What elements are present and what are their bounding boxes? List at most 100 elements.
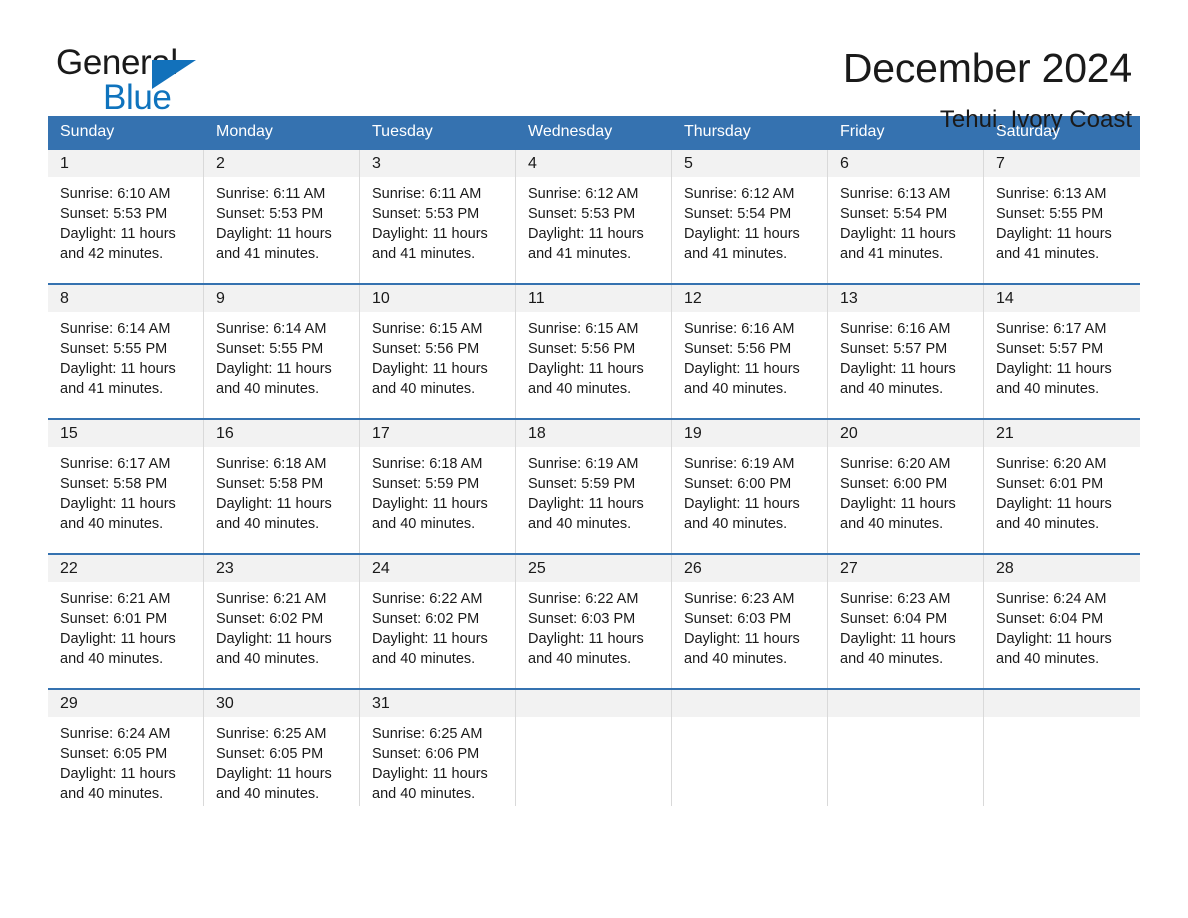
- daylight-text: Daylight: 11 hours and 41 minutes.: [60, 361, 176, 397]
- calendar-day-cell[interactable]: 15 Sunrise: 6:17 AM Sunset: 5:58 PM Dayligh…: [48, 420, 204, 553]
- sunrise-text: Sunrise: 6:13 AM: [840, 186, 951, 202]
- day-details: Sunrise: 6:11 AM Sunset: 5:53 PM Daylight:…: [204, 177, 359, 264]
- calendar-day-cell[interactable]: 16 Sunrise: 6:18 AM Sunset: 5:58 PM Dayligh…: [204, 420, 360, 553]
- day-number: 2: [204, 150, 359, 177]
- sunrise-text: Sunrise: 6:19 AM: [684, 456, 795, 472]
- weekday-sunday: Sunday: [60, 123, 115, 140]
- daylight-text: Daylight: 11 hours and 40 minutes.: [372, 631, 488, 667]
- calendar-day-cell[interactable]: 25 Sunrise: 6:22 AM Sunset: 6:03 PM Dayligh…: [516, 555, 672, 688]
- calendar-day-cell[interactable]: 19 Sunrise: 6:19 AM Sunset: 6:00 PM Dayligh…: [672, 420, 828, 553]
- calendar-day-cell[interactable]: 29 Sunrise: 6:24 AM Sunset: 6:05 PM Dayligh…: [48, 690, 204, 806]
- day-number: 1: [48, 150, 203, 177]
- sunset-text: Sunset: 6:05 PM: [216, 746, 324, 762]
- calendar-empty-cell: [828, 690, 984, 806]
- calendar-day-cell[interactable]: 1 Sunrise: 6:10 AM Sunset: 5:53 PM Daylight…: [48, 150, 204, 283]
- calendar-page: General Blue December 2024 Tehui, Ivory …: [0, 0, 1188, 918]
- sunrise-text: Sunrise: 6:14 AM: [60, 321, 171, 337]
- calendar-day-cell[interactable]: 12 Sunrise: 6:16 AM Sunset: 5:56 PM Dayligh…: [672, 285, 828, 418]
- calendar-day-cell[interactable]: 22 Sunrise: 6:21 AM Sunset: 6:01 PM Dayligh…: [48, 555, 204, 688]
- sunrise-text: Sunrise: 6:20 AM: [996, 456, 1107, 472]
- calendar-day-cell[interactable]: 26 Sunrise: 6:23 AM Sunset: 6:03 PM Dayligh…: [672, 555, 828, 688]
- calendar-empty-cell: [672, 690, 828, 806]
- sunset-text: Sunset: 5:53 PM: [372, 206, 480, 222]
- day-number: [672, 690, 827, 717]
- day-details: Sunrise: 6:25 AM Sunset: 6:05 PM Daylight:…: [204, 717, 359, 804]
- sunrise-text: Sunrise: 6:15 AM: [372, 321, 483, 337]
- calendar-day-cell[interactable]: 23 Sunrise: 6:21 AM Sunset: 6:02 PM Dayligh…: [204, 555, 360, 688]
- sunset-text: Sunset: 5:57 PM: [996, 341, 1104, 357]
- day-details: Sunrise: 6:10 AM Sunset: 5:53 PM Daylight:…: [48, 177, 203, 264]
- calendar-day-cell[interactable]: 30 Sunrise: 6:25 AM Sunset: 6:05 PM Dayligh…: [204, 690, 360, 806]
- calendar-day-cell[interactable]: 11 Sunrise: 6:15 AM Sunset: 5:56 PM Dayligh…: [516, 285, 672, 418]
- daylight-text: Daylight: 11 hours and 40 minutes.: [528, 631, 644, 667]
- calendar-day-cell[interactable]: 17 Sunrise: 6:18 AM Sunset: 5:59 PM Dayligh…: [360, 420, 516, 553]
- day-details: Sunrise: 6:12 AM Sunset: 5:53 PM Daylight:…: [516, 177, 671, 264]
- sunset-text: Sunset: 5:55 PM: [60, 341, 168, 357]
- sunrise-text: Sunrise: 6:22 AM: [372, 591, 483, 607]
- calendar-week-row: 22 Sunrise: 6:21 AM Sunset: 6:01 PM Dayligh…: [48, 553, 1140, 688]
- calendar-day-cell[interactable]: 2 Sunrise: 6:11 AM Sunset: 5:53 PM Daylight…: [204, 150, 360, 283]
- day-number: [828, 690, 983, 717]
- day-details: Sunrise: 6:18 AM Sunset: 5:58 PM Daylight:…: [204, 447, 359, 534]
- calendar-grid: Sunday Monday Tuesday Wednesday Thursday…: [48, 116, 1140, 806]
- day-details: Sunrise: 6:16 AM Sunset: 5:56 PM Daylight:…: [672, 312, 827, 399]
- daylight-text: Daylight: 11 hours and 40 minutes.: [996, 631, 1112, 667]
- page-title: December 2024: [842, 45, 1132, 91]
- calendar-day-cell[interactable]: 9 Sunrise: 6:14 AM Sunset: 5:55 PM Daylight…: [204, 285, 360, 418]
- generalblue-logo[interactable]: General Blue: [56, 44, 256, 116]
- calendar-day-cell[interactable]: 4 Sunrise: 6:12 AM Sunset: 5:53 PM Daylight…: [516, 150, 672, 283]
- sunrise-text: Sunrise: 6:23 AM: [840, 591, 951, 607]
- daylight-text: Daylight: 11 hours and 41 minutes.: [684, 226, 800, 262]
- sunrise-text: Sunrise: 6:25 AM: [372, 726, 483, 742]
- sunset-text: Sunset: 5:55 PM: [996, 206, 1104, 222]
- sunset-text: Sunset: 6:02 PM: [216, 611, 324, 627]
- calendar-day-cell[interactable]: 7 Sunrise: 6:13 AM Sunset: 5:55 PM Daylight…: [984, 150, 1140, 283]
- calendar-day-cell[interactable]: 20 Sunrise: 6:20 AM Sunset: 6:00 PM Dayligh…: [828, 420, 984, 553]
- day-details: Sunrise: 6:17 AM Sunset: 5:57 PM Daylight:…: [984, 312, 1140, 399]
- day-number: 25: [516, 555, 671, 582]
- sunset-text: Sunset: 5:58 PM: [216, 476, 324, 492]
- day-number: 10: [360, 285, 515, 312]
- calendar-day-cell[interactable]: 8 Sunrise: 6:14 AM Sunset: 5:55 PM Daylight…: [48, 285, 204, 418]
- day-number: 28: [984, 555, 1140, 582]
- sunset-text: Sunset: 6:03 PM: [684, 611, 792, 627]
- sunrise-text: Sunrise: 6:23 AM: [684, 591, 795, 607]
- calendar-day-cell[interactable]: 5 Sunrise: 6:12 AM Sunset: 5:54 PM Daylight…: [672, 150, 828, 283]
- calendar-day-cell[interactable]: 24 Sunrise: 6:22 AM Sunset: 6:02 PM Dayligh…: [360, 555, 516, 688]
- weekday-tuesday: Tuesday: [372, 123, 433, 140]
- calendar-day-cell[interactable]: 13 Sunrise: 6:16 AM Sunset: 5:57 PM Dayligh…: [828, 285, 984, 418]
- day-details: Sunrise: 6:21 AM Sunset: 6:01 PM Daylight:…: [48, 582, 203, 669]
- calendar-day-cell[interactable]: 6 Sunrise: 6:13 AM Sunset: 5:54 PM Daylight…: [828, 150, 984, 283]
- sunrise-text: Sunrise: 6:11 AM: [372, 186, 482, 202]
- calendar-day-cell[interactable]: 18 Sunrise: 6:19 AM Sunset: 5:59 PM Dayligh…: [516, 420, 672, 553]
- calendar-day-cell[interactable]: 14 Sunrise: 6:17 AM Sunset: 5:57 PM Dayligh…: [984, 285, 1140, 418]
- calendar-day-cell[interactable]: 28 Sunrise: 6:24 AM Sunset: 6:04 PM Dayligh…: [984, 555, 1140, 688]
- sunrise-text: Sunrise: 6:13 AM: [996, 186, 1107, 202]
- sunrise-text: Sunrise: 6:16 AM: [684, 321, 795, 337]
- daylight-text: Daylight: 11 hours and 40 minutes.: [216, 361, 332, 397]
- daylight-text: Daylight: 11 hours and 40 minutes.: [840, 631, 956, 667]
- calendar-day-cell[interactable]: 31 Sunrise: 6:25 AM Sunset: 6:06 PM Dayligh…: [360, 690, 516, 806]
- daylight-text: Daylight: 11 hours and 42 minutes.: [60, 226, 176, 262]
- calendar-day-cell[interactable]: 10 Sunrise: 6:15 AM Sunset: 5:56 PM Dayligh…: [360, 285, 516, 418]
- daylight-text: Daylight: 11 hours and 40 minutes.: [684, 496, 800, 532]
- calendar-day-cell[interactable]: 27 Sunrise: 6:23 AM Sunset: 6:04 PM Dayligh…: [828, 555, 984, 688]
- day-number: 17: [360, 420, 515, 447]
- sunset-text: Sunset: 5:59 PM: [528, 476, 636, 492]
- calendar-day-cell[interactable]: 3 Sunrise: 6:11 AM Sunset: 5:53 PM Daylight…: [360, 150, 516, 283]
- calendar-day-cell[interactable]: 21 Sunrise: 6:20 AM Sunset: 6:01 PM Dayligh…: [984, 420, 1140, 553]
- day-number: 5: [672, 150, 827, 177]
- sunset-text: Sunset: 6:03 PM: [528, 611, 636, 627]
- day-details: Sunrise: 6:15 AM Sunset: 5:56 PM Daylight:…: [360, 312, 515, 399]
- sunset-text: Sunset: 6:00 PM: [840, 476, 948, 492]
- day-details: Sunrise: 6:13 AM Sunset: 5:54 PM Daylight:…: [828, 177, 983, 264]
- sunset-text: Sunset: 6:04 PM: [840, 611, 948, 627]
- page-header: General Blue December 2024 Tehui, Ivory …: [0, 0, 1188, 134]
- calendar-weeks: 1 Sunrise: 6:10 AM Sunset: 5:53 PM Daylight…: [48, 148, 1140, 806]
- day-details: Sunrise: 6:23 AM Sunset: 6:04 PM Daylight:…: [828, 582, 983, 669]
- day-details: Sunrise: 6:22 AM Sunset: 6:03 PM Daylight:…: [516, 582, 671, 669]
- day-number: 21: [984, 420, 1140, 447]
- day-number: 29: [48, 690, 203, 717]
- day-number: 13: [828, 285, 983, 312]
- day-number: 23: [204, 555, 359, 582]
